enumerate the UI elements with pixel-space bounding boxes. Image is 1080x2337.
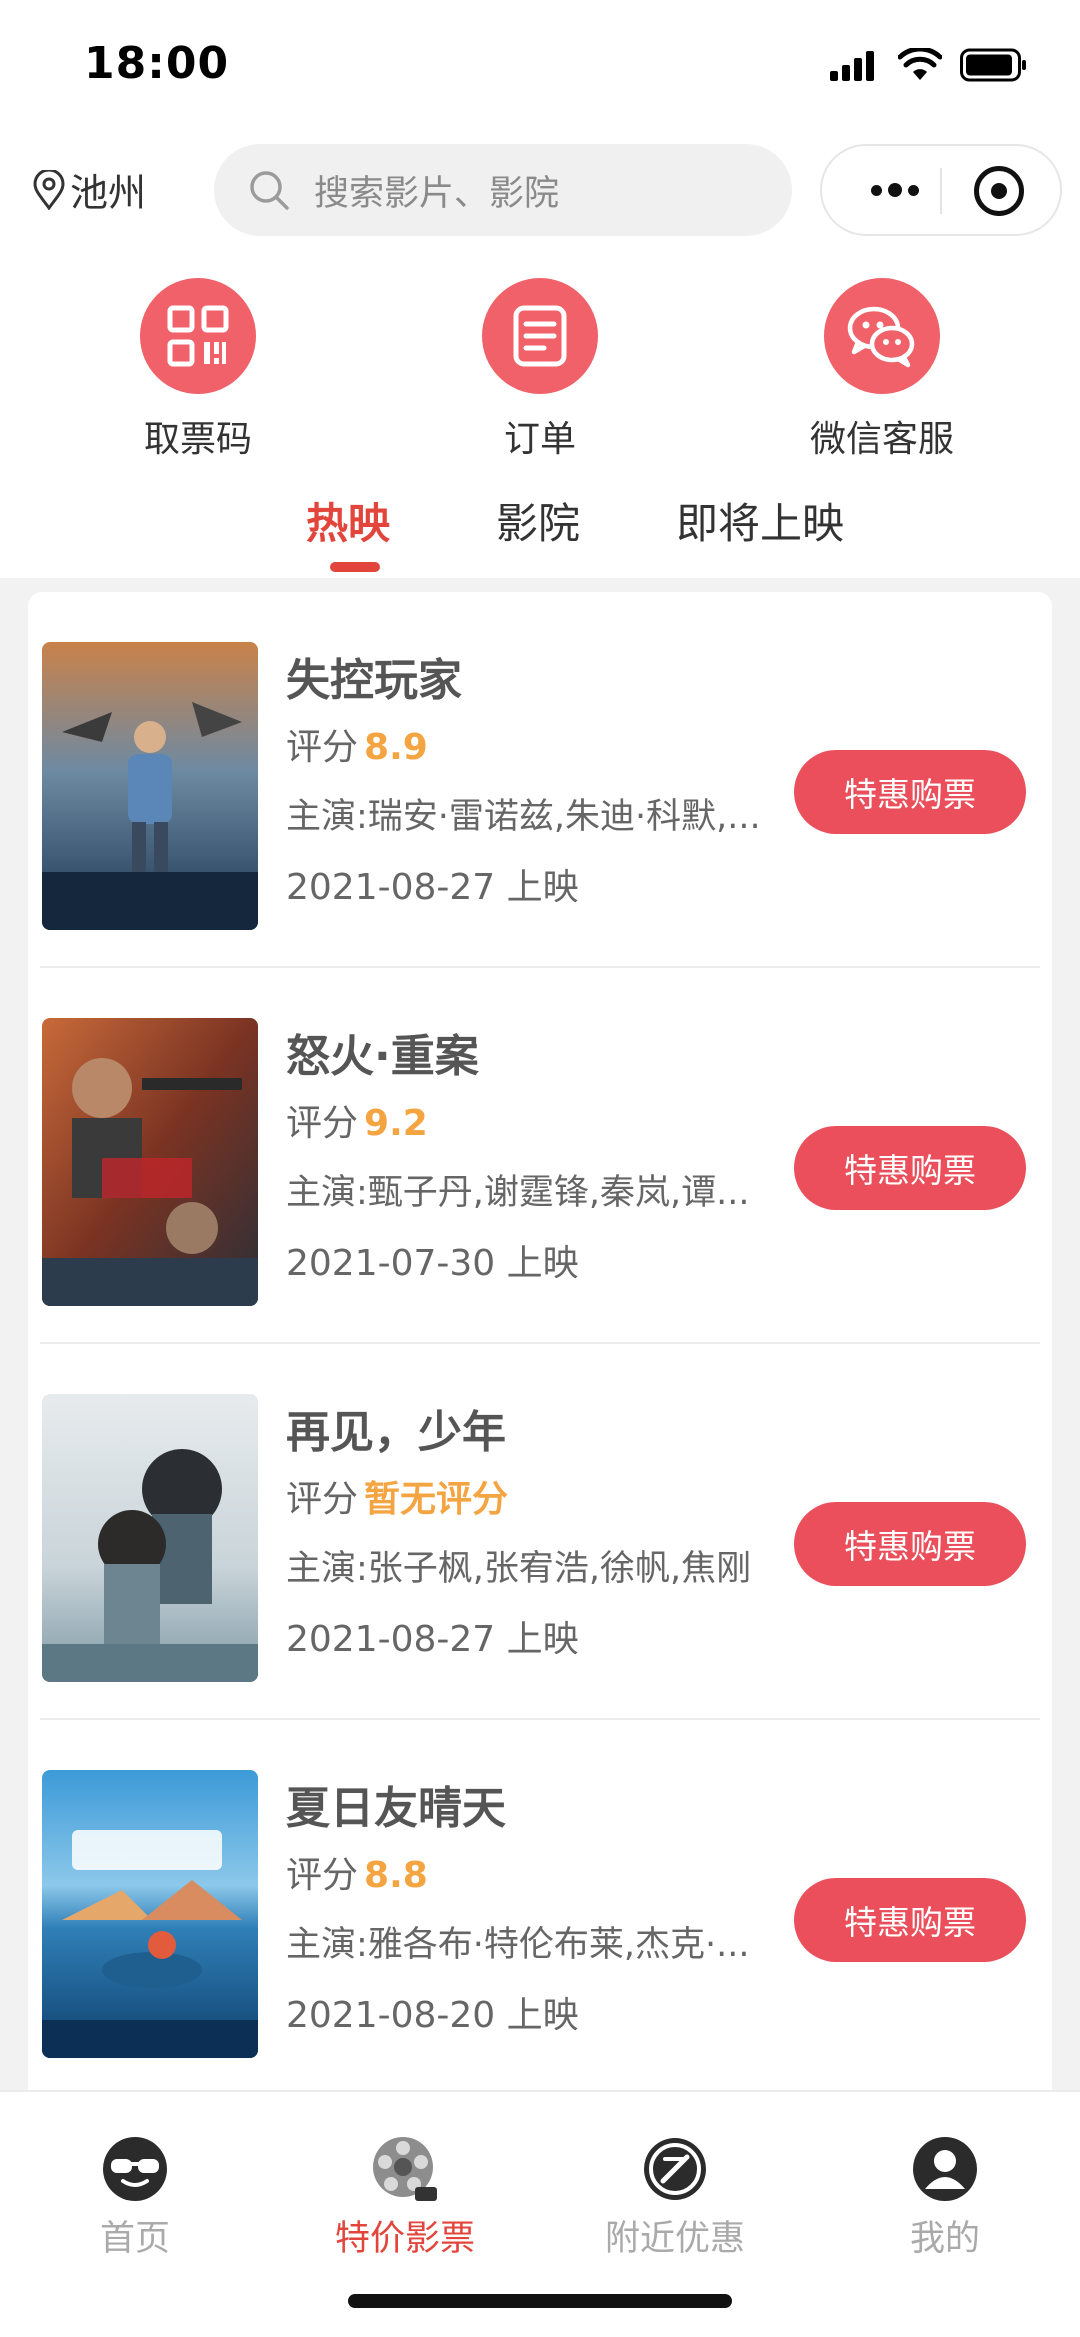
movie-list: 失控玩家 评分 8.9 主演:瑞安·雷诺兹,朱迪·科默,... 2021-08-2… <box>28 592 1052 2112</box>
movie-score-row: 评分 8.8 <box>286 1846 428 1898</box>
movie-release-date: 2021-08-27 上映 <box>286 867 579 908</box>
movie-item[interactable]: 夏日友晴天 评分 8.8 主演:雅各布·特伦布莱,杰克·... 2021-08-2… <box>28 1720 1052 2096</box>
tabbar-home[interactable]: 首页 <box>35 2134 235 2261</box>
movie-poster[interactable] <box>42 642 258 930</box>
order-list-icon <box>482 278 598 394</box>
buy-ticket-button[interactable]: 特惠购票 <box>794 750 1026 834</box>
movie-cast: 主演:张子枫,张宥浩,徐帆,焦刚 <box>286 1549 752 1589</box>
quick-actions: 取票码 订单 微信客服 <box>0 278 1080 460</box>
home-indicator <box>348 2294 732 2308</box>
compass-icon <box>640 2134 710 2204</box>
signal-icon <box>830 51 874 81</box>
battery-icon <box>960 48 1026 82</box>
movie-score-row: 评分 暂无评分 <box>286 1470 508 1522</box>
movie-item[interactable]: 再见，少年 评分 暂无评分 主演:张子枫,张宥浩,徐帆,焦刚 2021-08-27… <box>28 1344 1052 1720</box>
wechat-icon <box>824 278 940 394</box>
quick-action-wechat-service[interactable]: 微信客服 <box>782 278 982 462</box>
movie-title: 再见，少年 <box>286 1407 506 1458</box>
buy-ticket-button[interactable]: 特惠购票 <box>794 1126 1026 1210</box>
movie-cast: 主演:瑞安·雷诺兹,朱迪·科默,... <box>286 797 761 837</box>
search-input[interactable]: 搜索影片、影院 <box>214 144 792 236</box>
score-label: 评分 <box>286 1103 359 1144</box>
tabbar-discount-tickets[interactable]: 特价影票 <box>305 2134 505 2261</box>
close-miniprogram-icon[interactable] <box>974 166 1024 216</box>
movie-poster[interactable] <box>42 1770 258 2058</box>
tab-coming-soon[interactable]: 即将上映 <box>676 490 844 551</box>
score-label: 评分 <box>286 1855 359 1896</box>
tabbar-mine[interactable]: 我的 <box>845 2134 1045 2261</box>
movie-score-row: 评分 9.2 <box>286 1094 428 1146</box>
quick-action-ticket-code[interactable]: 取票码 <box>98 278 298 462</box>
tabbar-label: 首页 <box>99 2219 170 2259</box>
movie-release-date: 2021-08-20 上映 <box>286 1995 579 2036</box>
more-icon[interactable] <box>848 146 942 234</box>
tabbar-label: 特价影票 <box>334 2219 475 2259</box>
movie-score: 暂无评分 <box>364 1479 509 1520</box>
tab-now-showing[interactable]: 热映 <box>306 490 390 551</box>
score-label: 评分 <box>286 1479 359 1520</box>
search-placeholder: 搜索影片、影院 <box>314 173 560 214</box>
status-time: 18:00 <box>84 38 230 89</box>
movie-score: 9.2 <box>364 1103 428 1144</box>
wifi-icon <box>898 48 942 80</box>
movie-poster[interactable] <box>42 1018 258 1306</box>
movie-poster[interactable] <box>42 1394 258 1682</box>
movie-item[interactable]: 失控玩家 评分 8.9 主演:瑞安·雷诺兹,朱迪·科默,... 2021-08-2… <box>28 592 1052 968</box>
score-label: 评分 <box>286 727 359 768</box>
capsule-divider <box>940 168 942 214</box>
tabbar-label: 我的 <box>909 2219 980 2259</box>
movie-title: 失控玩家 <box>286 655 462 706</box>
quick-action-label: 微信客服 <box>809 419 954 460</box>
status-icons <box>830 48 1028 82</box>
buy-ticket-button[interactable]: 特惠购票 <box>794 1878 1026 1962</box>
movie-release-date: 2021-08-27 上映 <box>286 1619 579 1660</box>
movie-score: 8.9 <box>364 727 428 768</box>
quick-action-label: 取票码 <box>143 419 252 460</box>
search-icon <box>250 171 289 210</box>
location-pin-icon <box>33 169 65 210</box>
qrcode-icon <box>140 278 256 394</box>
movie-item[interactable]: 怒火·重案 评分 9.2 主演:甄子丹,谢霆锋,秦岚,谭... 2021-07-3… <box>28 968 1052 1344</box>
nav-row: 池州 搜索影片、影院 <box>0 140 1080 240</box>
status-bar: 18:00 <box>0 0 1080 130</box>
buy-ticket-button[interactable]: 特惠购票 <box>794 1502 1026 1586</box>
quick-action-label: 订单 <box>503 419 576 460</box>
movie-cast: 主演:甄子丹,谢霆锋,秦岚,谭... <box>286 1173 750 1213</box>
tab-cinemas[interactable]: 影院 <box>496 490 580 551</box>
location-selector[interactable]: 池州 <box>32 162 146 217</box>
user-icon <box>910 2134 980 2204</box>
sunglasses-face-icon <box>100 2134 170 2204</box>
location-label: 池州 <box>70 171 147 215</box>
movie-title: 夏日友晴天 <box>286 1783 506 1834</box>
quick-action-orders[interactable]: 订单 <box>440 278 640 462</box>
movie-score-row: 评分 8.9 <box>286 718 428 770</box>
movie-release-date: 2021-07-30 上映 <box>286 1243 579 1284</box>
movie-score: 8.8 <box>364 1855 428 1896</box>
app-page: 18:00 池州 搜索影片、影院 取票码 订单 微信客服 热映 影院 即将上映 … <box>0 0 1080 2337</box>
tabbar-nearby-deals[interactable]: 附近优惠 <box>575 2134 775 2261</box>
header-area: 18:00 池州 搜索影片、影院 取票码 订单 微信客服 热映 影院 即将上映 <box>0 0 1080 578</box>
movie-cast: 主演:雅各布·特伦布莱,杰克·... <box>286 1925 750 1965</box>
active-tab-indicator <box>330 562 380 572</box>
category-tabs: 热映 影院 即将上映 <box>0 490 1080 578</box>
film-reel-icon <box>370 2134 440 2204</box>
movie-title: 怒火·重案 <box>286 1031 479 1082</box>
miniprogram-capsule <box>820 144 1062 236</box>
tabbar-label: 附近优惠 <box>604 2219 745 2259</box>
